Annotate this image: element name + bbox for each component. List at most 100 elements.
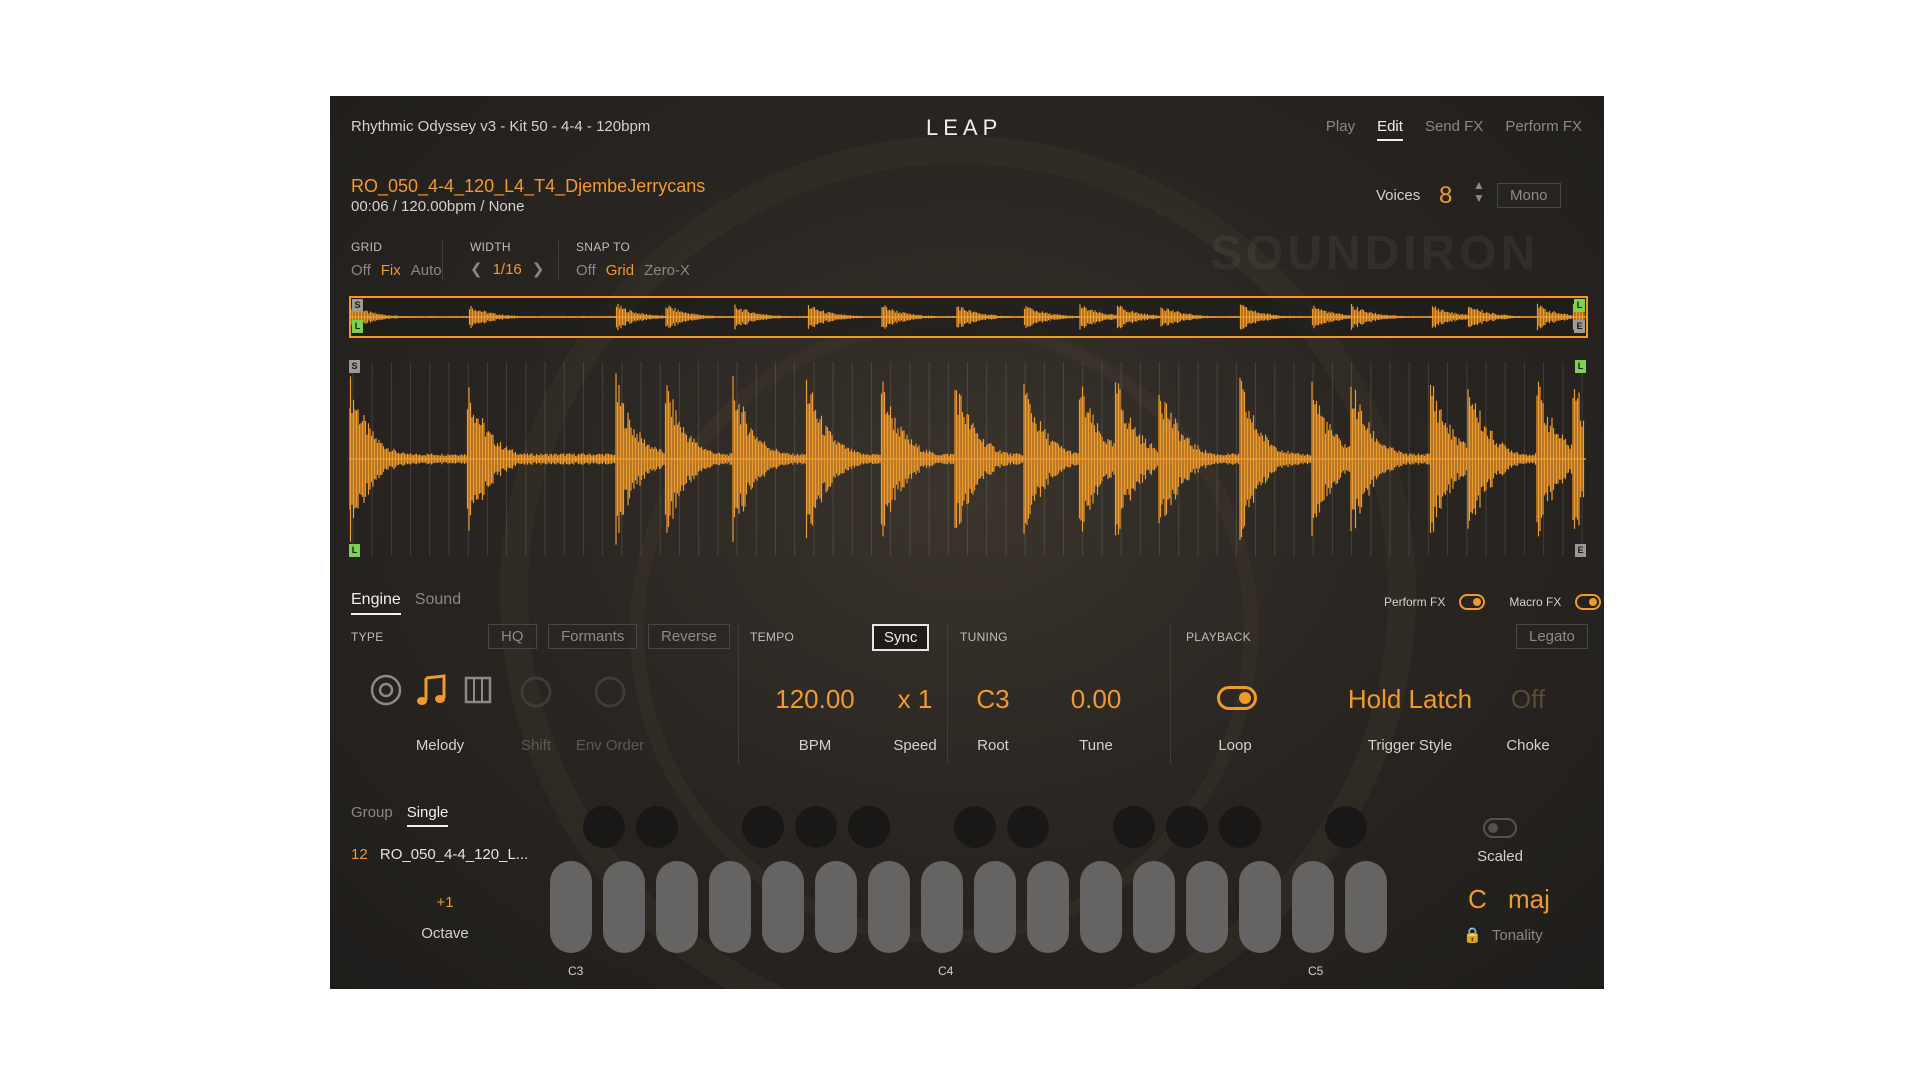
white-key[interactable] xyxy=(1186,861,1228,953)
choke-label: Choke xyxy=(1506,737,1550,754)
slice-index: 12 xyxy=(351,846,368,863)
white-key[interactable] xyxy=(1292,861,1334,953)
tab-sound[interactable]: Sound xyxy=(415,591,461,615)
chevron-down-icon[interactable]: ▼ xyxy=(1470,192,1488,205)
black-key[interactable] xyxy=(1113,806,1155,848)
overview-loop-end-marker[interactable]: L xyxy=(1574,299,1585,312)
mono-button[interactable]: Mono xyxy=(1497,183,1561,208)
black-key[interactable] xyxy=(1325,806,1367,848)
choke-value[interactable]: Off xyxy=(1478,684,1578,715)
legato-button[interactable]: Legato xyxy=(1516,624,1588,649)
white-key[interactable] xyxy=(868,861,910,953)
grid-fix[interactable]: Fix xyxy=(381,262,401,279)
white-key[interactable] xyxy=(762,861,804,953)
voices-value[interactable]: 8 xyxy=(1439,182,1452,210)
main-nav: Play Edit Send FX Perform FX xyxy=(1326,118,1582,141)
loop-toggle-switch[interactable] xyxy=(1217,686,1257,710)
scaled-toggle-switch[interactable] xyxy=(1483,818,1517,838)
nav-send-fx[interactable]: Send FX xyxy=(1425,118,1483,141)
waveform-overview[interactable]: S L L E xyxy=(349,296,1588,338)
tune-value[interactable]: 0.00 xyxy=(1046,684,1146,715)
mode-icons-graphic xyxy=(370,674,492,706)
knobs-graphic xyxy=(520,676,626,708)
loop-toggle[interactable] xyxy=(1217,686,1257,715)
black-key[interactable] xyxy=(1166,806,1208,848)
black-key[interactable] xyxy=(848,806,890,848)
white-key[interactable] xyxy=(1133,861,1175,953)
macro-fx-label: Macro FX xyxy=(1509,595,1562,609)
nav-edit[interactable]: Edit xyxy=(1377,118,1403,141)
white-key[interactable] xyxy=(815,861,857,953)
white-key[interactable] xyxy=(550,861,592,953)
scaled-label: Scaled xyxy=(1477,848,1523,865)
circle-mode-icon[interactable] xyxy=(370,674,402,706)
white-key[interactable] xyxy=(1345,861,1387,953)
editor-tabs: Engine Sound xyxy=(351,591,461,615)
chevron-right-icon[interactable]: ❯ xyxy=(532,260,545,278)
white-key[interactable] xyxy=(656,861,698,953)
tuning-label: TUNING xyxy=(960,630,1008,644)
black-key[interactable] xyxy=(742,806,784,848)
start-marker[interactable]: S xyxy=(349,360,360,373)
white-key[interactable] xyxy=(1027,861,1069,953)
tonality-key[interactable]: C xyxy=(1468,884,1487,914)
tab-single[interactable]: Single xyxy=(406,804,449,827)
tonality-label: Tonality xyxy=(1491,927,1543,944)
black-key[interactable] xyxy=(1219,806,1261,848)
shift-knob[interactable] xyxy=(518,676,648,717)
loop-start-marker[interactable]: L xyxy=(349,544,360,557)
scaled-toggle[interactable] xyxy=(1483,818,1517,843)
reverse-button[interactable]: Reverse xyxy=(648,624,730,649)
chevron-left-icon[interactable]: ❮ xyxy=(470,260,483,278)
lock-icon[interactable]: 🔒 xyxy=(1463,927,1482,944)
waveform-editor[interactable]: S L L E xyxy=(348,358,1586,560)
overview-loop-start-marker[interactable]: L xyxy=(352,320,363,333)
nav-perform-fx[interactable]: Perform FX xyxy=(1505,118,1582,141)
perform-fx-toggle[interactable] xyxy=(1459,594,1486,610)
black-key[interactable] xyxy=(1007,806,1049,848)
snap-grid[interactable]: Grid xyxy=(606,262,634,279)
white-key[interactable] xyxy=(709,861,751,953)
soundiron-watermark: SOUNDIRON xyxy=(1210,227,1540,280)
playback-label: PLAYBACK xyxy=(1186,630,1251,644)
overview-start-marker[interactable]: S xyxy=(352,299,363,312)
octave-value[interactable]: +1 xyxy=(410,894,480,911)
macro-fx-toggle[interactable] xyxy=(1575,594,1602,610)
width-value[interactable]: 1/16 xyxy=(493,261,522,278)
snap-off[interactable]: Off xyxy=(576,262,596,279)
loop-end-marker[interactable]: L xyxy=(1575,360,1586,373)
grid-auto[interactable]: Auto xyxy=(411,262,442,279)
grid-off[interactable]: Off xyxy=(351,262,371,279)
sample-name: RO_050_4-4_120_L4_T4_DjembeJerrycans xyxy=(351,176,706,196)
tonality-value[interactable]: C maj xyxy=(1468,884,1550,915)
nav-play[interactable]: Play xyxy=(1326,118,1355,141)
slice-item[interactable]: 12 RO_050_4-4_120_L... xyxy=(351,846,528,863)
tonality-mode[interactable]: maj xyxy=(1508,884,1550,914)
snap-options: Off Grid Zero-X xyxy=(576,262,690,279)
black-key[interactable] xyxy=(795,806,837,848)
sync-button[interactable]: Sync xyxy=(872,624,930,651)
snap-zero-x[interactable]: Zero-X xyxy=(644,262,690,279)
black-key[interactable] xyxy=(954,806,996,848)
white-key[interactable] xyxy=(1080,861,1122,953)
white-key[interactable] xyxy=(921,861,963,953)
music-note-icon[interactable] xyxy=(417,674,446,705)
mapping-tabs: Group Single xyxy=(351,804,449,827)
end-marker[interactable]: E xyxy=(1575,544,1586,557)
root-value[interactable]: C3 xyxy=(943,684,1043,715)
white-key[interactable] xyxy=(1239,861,1281,953)
snap-label: SNAP TO xyxy=(576,240,631,254)
piano-mode-icon[interactable] xyxy=(464,676,492,704)
white-key[interactable] xyxy=(974,861,1016,953)
tab-engine[interactable]: Engine xyxy=(351,591,401,615)
overview-end-marker[interactable]: E xyxy=(1574,320,1585,333)
white-key[interactable] xyxy=(603,861,645,953)
black-key[interactable] xyxy=(636,806,678,848)
formants-button[interactable]: Formants xyxy=(548,624,638,649)
width-selector: ❮ 1/16 ❯ xyxy=(470,260,545,279)
grid-label: GRID xyxy=(351,240,383,254)
tab-group[interactable]: Group xyxy=(351,804,393,827)
hq-button[interactable]: HQ xyxy=(488,624,537,649)
black-key[interactable] xyxy=(583,806,625,848)
voices-stepper[interactable]: ▲ ▼ xyxy=(1470,179,1488,209)
